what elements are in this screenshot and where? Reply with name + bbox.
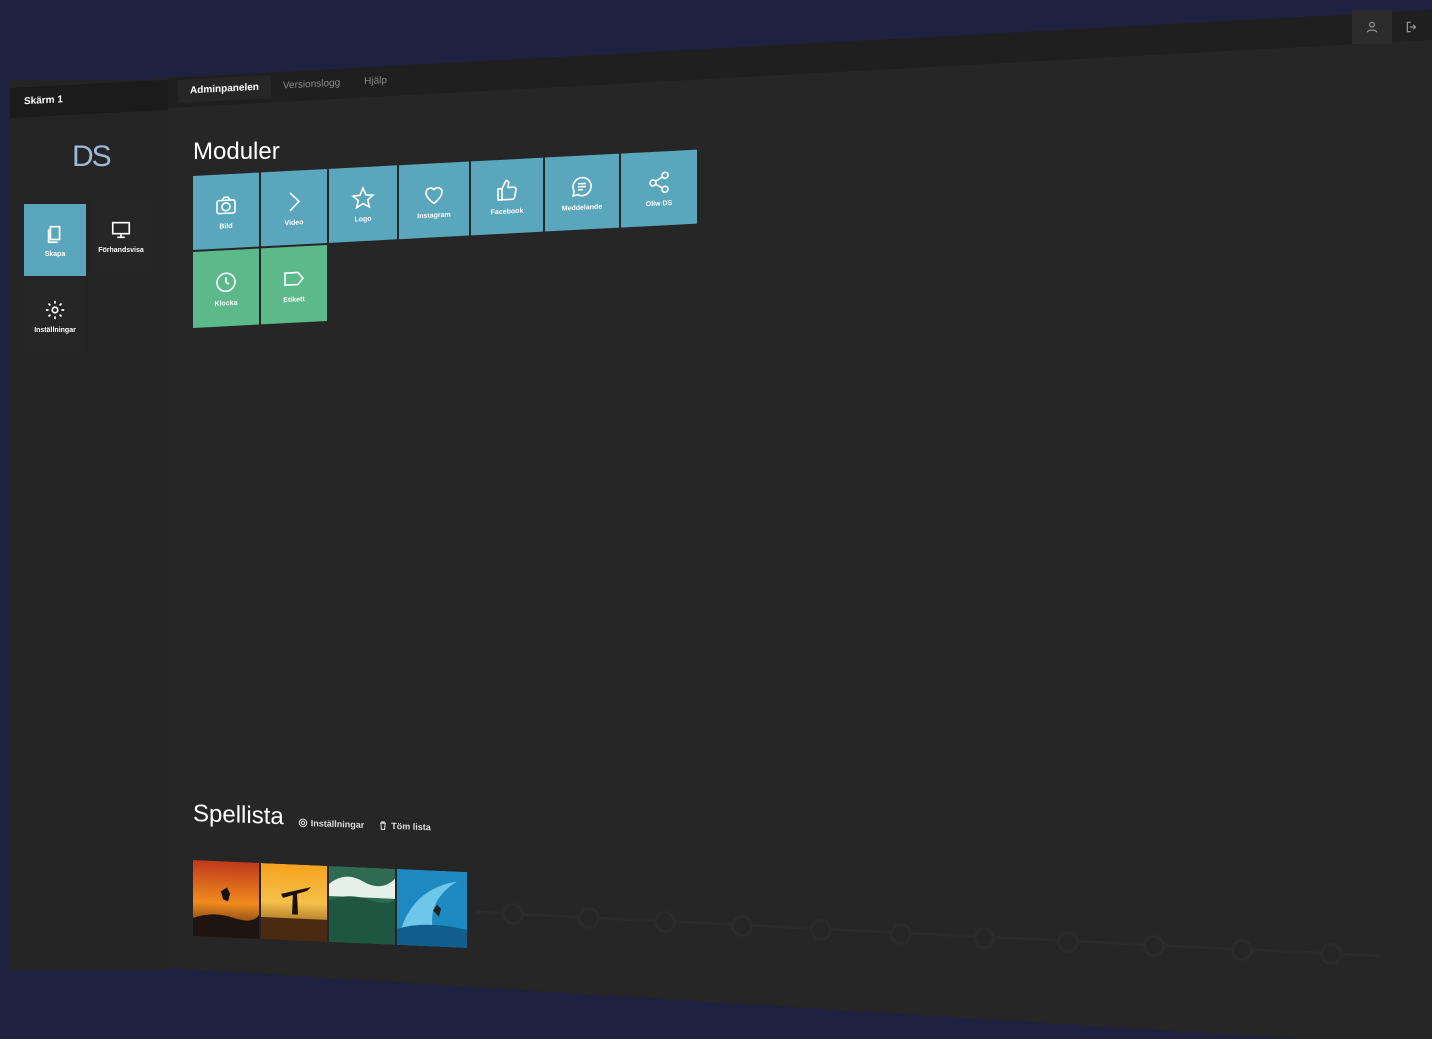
surfer-sunset-image bbox=[193, 860, 259, 939]
playlist-slot[interactable] bbox=[1231, 939, 1253, 961]
wave-image bbox=[329, 865, 395, 945]
playlist-slot[interactable] bbox=[1320, 943, 1342, 965]
playlist-item-surf-sunset-red[interactable] bbox=[193, 860, 259, 939]
playlist-slot[interactable] bbox=[578, 907, 600, 929]
surfer-board-image bbox=[261, 862, 327, 942]
playlist-item-wave-tube[interactable] bbox=[397, 868, 467, 948]
playlist-slot[interactable] bbox=[973, 927, 995, 949]
barrel-wave-image bbox=[397, 868, 467, 948]
playlist-thumbnails bbox=[193, 860, 467, 948]
playlist-item-surf-board-gold[interactable] bbox=[261, 862, 327, 942]
playlist-slot[interactable] bbox=[1057, 931, 1079, 953]
playlist-slot[interactable] bbox=[890, 923, 912, 945]
playlist-slot[interactable] bbox=[810, 919, 832, 941]
playlist-item-wave-green[interactable] bbox=[329, 865, 395, 945]
playlist-slot[interactable] bbox=[502, 903, 524, 925]
playlist-slot[interactable] bbox=[654, 911, 676, 933]
playlist-slot[interactable] bbox=[1143, 935, 1165, 957]
playlist-slot[interactable] bbox=[731, 915, 753, 937]
